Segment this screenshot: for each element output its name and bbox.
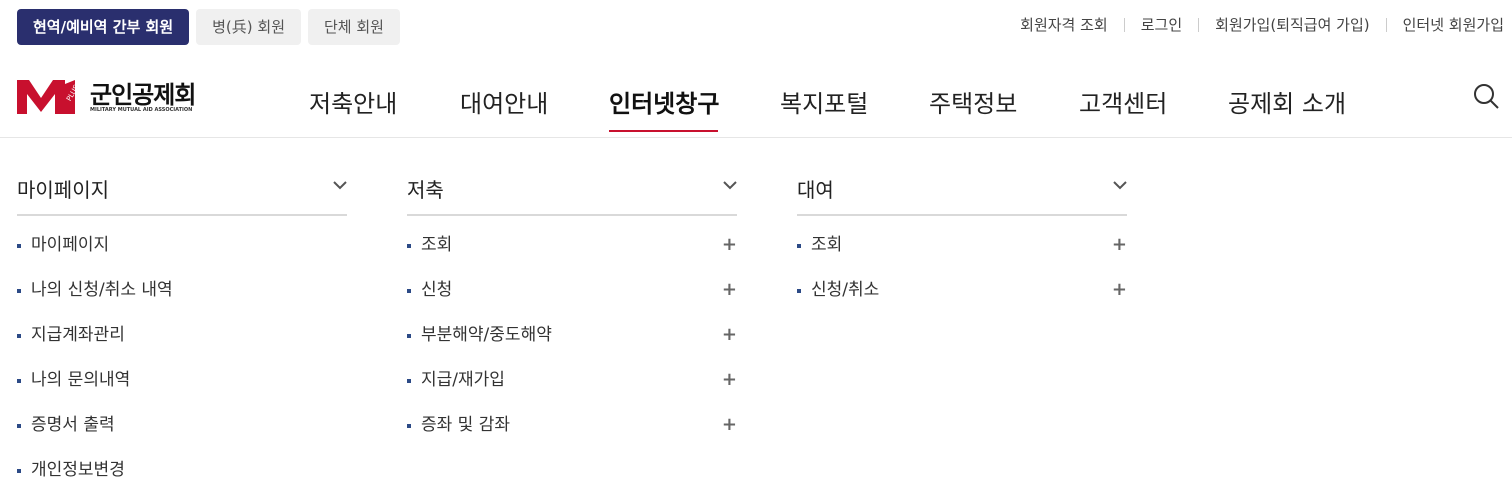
bullet — [407, 244, 411, 248]
bullet — [407, 334, 411, 338]
menu-item[interactable]: 나의 신청/취소 내역 — [17, 277, 347, 322]
menu-item[interactable]: 개인정보변경 — [17, 457, 347, 502]
active-nav-underline — [609, 130, 718, 132]
tab-group-member[interactable]: 단체 회원 — [308, 9, 400, 45]
bullet — [797, 289, 801, 293]
menu-col-mypage: 마이페이지 마이페이지 나의 신청/취소 내역 지급계좌관리 나의 문의내역 증… — [17, 168, 347, 502]
plus-icon[interactable]: + — [722, 322, 737, 348]
bullet — [17, 469, 21, 473]
header: PLUS 군인공제회 MILITARY MUTUAL AID ASSOCIATI… — [0, 44, 1512, 138]
menu-col-header[interactable]: 저축 — [407, 168, 737, 216]
nav-internet-window[interactable]: 인터넷창구 — [609, 84, 719, 119]
chevron-down-icon — [723, 181, 737, 190]
divider — [1123, 17, 1125, 32]
link-internet-signup[interactable]: 인터넷 회원가입 — [1403, 14, 1504, 35]
tab-soldier-member[interactable]: 병(兵) 회원 — [196, 9, 301, 45]
menu-item[interactable]: 부분해약/중도해약 + — [407, 322, 737, 367]
tab-officer-member[interactable]: 현역/예비역 간부 회원 — [17, 9, 190, 45]
search-icon[interactable] — [1472, 82, 1500, 114]
plus-icon[interactable]: + — [722, 277, 737, 303]
plus-icon[interactable]: + — [1112, 277, 1127, 303]
menu-item[interactable]: 증명서 출력 — [17, 412, 347, 457]
chevron-down-icon — [333, 181, 347, 190]
chevron-down-icon — [1113, 181, 1127, 190]
link-signup[interactable]: 회원가입(퇴직급여 가입) — [1215, 14, 1369, 35]
menu-item[interactable]: 조회 + — [407, 232, 737, 277]
bullet — [17, 244, 21, 248]
menu-list: 조회 + 신청/취소 + — [797, 232, 1127, 322]
nav-savings-guide[interactable]: 저축안내 — [309, 84, 397, 119]
menu-item[interactable]: 지급/재가입 + — [407, 367, 737, 412]
menu-col-title: 마이페이지 — [17, 178, 109, 202]
menu-item[interactable]: 증좌 및 감좌 + — [407, 412, 737, 457]
menu-item[interactable]: 마이페이지 — [17, 232, 347, 277]
nav-customer-center[interactable]: 고객센터 — [1079, 84, 1167, 119]
menu-col-header[interactable]: 마이페이지 — [17, 168, 347, 216]
bullet — [17, 334, 21, 338]
menu-item[interactable]: 나의 문의내역 — [17, 367, 347, 412]
global-nav: 저축안내 대여안내 인터넷창구 복지포털 주택정보 고객센터 공제회 소개 — [0, 44, 1512, 137]
menu-col-title: 대여 — [797, 178, 834, 202]
menu-item[interactable]: 조회 + — [797, 232, 1127, 277]
bullet — [797, 244, 801, 248]
bullet — [407, 424, 411, 428]
link-login[interactable]: 로그인 — [1141, 14, 1182, 35]
member-type-tabs: 현역/예비역 간부 회원 병(兵) 회원 단체 회원 — [17, 9, 400, 45]
menu-item[interactable]: 신청 + — [407, 277, 737, 322]
bullet — [17, 424, 21, 428]
menu-list: 조회 + 신청 + 부분해약/중도해약 + 지급/재가입 + 증좌 및 감좌 + — [407, 232, 737, 457]
menu-col-loan: 대여 조회 + 신청/취소 + — [797, 168, 1127, 322]
plus-icon[interactable]: + — [722, 232, 737, 258]
menu-item[interactable]: 신청/취소 + — [797, 277, 1127, 322]
menu-col-header[interactable]: 대여 — [797, 168, 1127, 216]
nav-housing-info[interactable]: 주택정보 — [929, 84, 1017, 119]
menu-col-saving: 저축 조회 + 신청 + 부분해약/중도해약 + 지급/재가입 + 증좌 및 감좌 + — [407, 168, 737, 457]
menu-item[interactable]: 지급계좌관리 — [17, 322, 347, 367]
bullet — [17, 379, 21, 383]
nav-about[interactable]: 공제회 소개 — [1228, 84, 1346, 119]
bullet — [407, 379, 411, 383]
bullet — [407, 289, 411, 293]
plus-icon[interactable]: + — [1112, 232, 1127, 258]
plus-icon[interactable]: + — [722, 412, 737, 438]
nav-welfare-portal[interactable]: 복지포털 — [780, 84, 868, 119]
divider — [1385, 17, 1387, 32]
nav-loan-guide[interactable]: 대여안내 — [460, 84, 548, 119]
menu-list: 마이페이지 나의 신청/취소 내역 지급계좌관리 나의 문의내역 증명서 출력 … — [17, 232, 347, 502]
utility-links: 회원자격 조회 로그인 회원가입(퇴직급여 가입) 인터넷 회원가입 — [1020, 14, 1504, 35]
bullet — [17, 289, 21, 293]
plus-icon[interactable]: + — [722, 367, 737, 393]
top-bar: 현역/예비역 간부 회원 병(兵) 회원 단체 회원 회원자격 조회 로그인 회… — [0, 0, 1512, 45]
menu-col-title: 저축 — [407, 178, 444, 202]
divider — [1198, 17, 1200, 32]
link-eligibility-check[interactable]: 회원자격 조회 — [1020, 14, 1108, 35]
